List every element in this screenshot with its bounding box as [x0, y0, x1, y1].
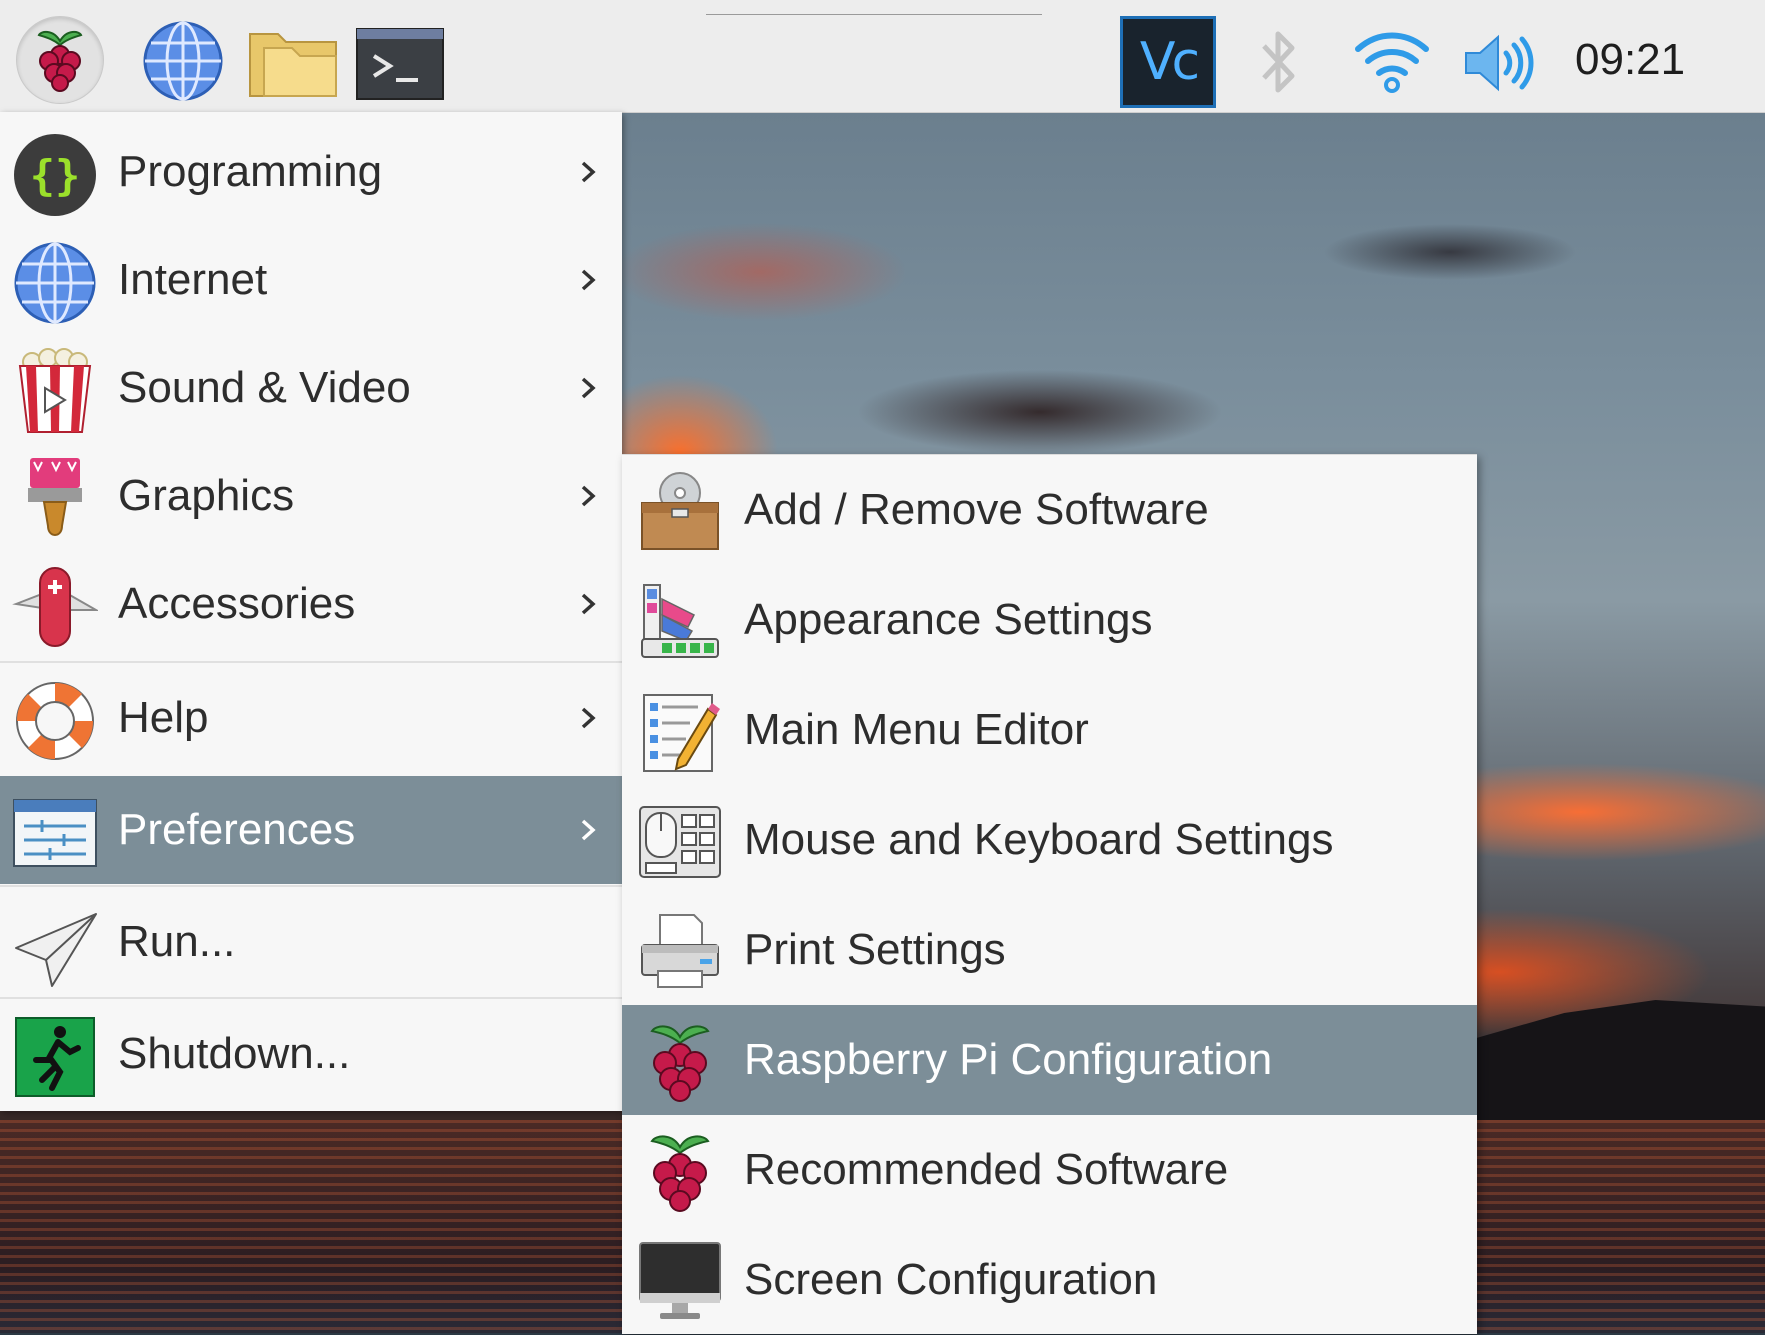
- menu-item-label: Programming: [118, 147, 383, 196]
- applications-menu-button[interactable]: [16, 16, 104, 104]
- terminal-launcher[interactable]: [356, 28, 444, 100]
- chevron-right-icon: [581, 485, 596, 507]
- chevron-right-icon: [581, 819, 596, 841]
- chevron-right-icon: [581, 707, 596, 729]
- submenu-item-label: Recommended Software: [744, 1145, 1229, 1194]
- paintbrush-icon: [28, 458, 82, 536]
- top-panel: Vc 09:21: [0, 0, 1765, 113]
- menu-item-label: Preferences: [118, 805, 356, 854]
- menu-item-run[interactable]: Run...: [0, 888, 622, 996]
- submenu-item-screen-configuration[interactable]: Screen Configuration: [622, 1225, 1477, 1335]
- bluetooth-tray[interactable]: [1250, 24, 1306, 100]
- web-browser-launcher[interactable]: [140, 18, 226, 104]
- menu-item-label: Sound & Video: [118, 363, 411, 412]
- raspberry-icon: [650, 1025, 710, 1102]
- submenu-item-recommended-software[interactable]: Recommended Software: [622, 1115, 1477, 1225]
- menu-item-accessories[interactable]: Accessories: [0, 550, 622, 658]
- submenu-item-mouse-keyboard-settings[interactable]: Mouse and Keyboard Settings: [622, 785, 1477, 895]
- globe-icon: [143, 21, 223, 101]
- settings-sliders-icon: [13, 799, 97, 867]
- volume-tray[interactable]: [1460, 28, 1538, 98]
- terminal-icon: [356, 28, 444, 100]
- bluetooth-icon: [1262, 31, 1295, 93]
- menu-item-label: Shutdown...: [118, 1029, 351, 1078]
- chevron-right-icon: [581, 593, 596, 615]
- svg-text:{}: {}: [30, 151, 81, 200]
- lifebuoy-icon: [16, 682, 94, 760]
- wifi-icon: [1355, 32, 1429, 93]
- chevron-right-icon: [581, 377, 596, 399]
- menu-item-label: Internet: [118, 255, 268, 304]
- submenu-item-main-menu-editor[interactable]: Main Menu Editor: [622, 675, 1477, 785]
- folder-icon: [249, 33, 337, 97]
- mouse-keyboard-icon: [639, 806, 721, 878]
- file-manager-launcher[interactable]: [248, 24, 338, 100]
- software-box-icon: [641, 472, 719, 550]
- menu-item-internet[interactable]: Internet: [0, 226, 622, 334]
- braces-icon: {}: [14, 134, 96, 216]
- submenu-item-appearance-settings[interactable]: Appearance Settings: [622, 565, 1477, 675]
- monitor-icon: [639, 1242, 721, 1319]
- menu-item-sound-video[interactable]: Sound & Video: [0, 334, 622, 442]
- menu-item-shutdown[interactable]: Shutdown...: [0, 1000, 622, 1108]
- exit-running-man-icon: [15, 1017, 95, 1097]
- submenu-item-label: Print Settings: [744, 925, 1006, 974]
- raspberry-icon: [37, 30, 83, 92]
- menu-item-label: Help: [118, 693, 209, 742]
- submenu-item-raspberry-pi-configuration[interactable]: Raspberry Pi Configuration: [622, 1005, 1477, 1115]
- menu-editor-icon: [643, 694, 720, 772]
- submenu-item-add-remove-software[interactable]: Add / Remove Software: [622, 455, 1477, 565]
- menu-separator: [0, 661, 622, 663]
- submenu-item-label: Appearance Settings: [744, 595, 1153, 644]
- chevron-right-icon: [581, 161, 596, 183]
- wifi-tray[interactable]: [1350, 24, 1434, 100]
- menu-item-programming[interactable]: {} Programming: [0, 118, 622, 226]
- submenu-item-print-settings[interactable]: Print Settings: [622, 895, 1477, 1005]
- color-palette-icon: [641, 584, 719, 658]
- submenu-item-label: Screen Configuration: [744, 1255, 1158, 1304]
- submenu-item-label: Mouse and Keyboard Settings: [744, 815, 1334, 864]
- pocketknife-icon: [12, 567, 98, 647]
- menu-item-preferences[interactable]: Preferences: [0, 776, 622, 884]
- globe-icon: [14, 242, 96, 324]
- menu-separator: [0, 885, 622, 887]
- submenu-item-label: Add / Remove Software: [744, 485, 1209, 534]
- menu-separator: [0, 997, 622, 999]
- chevron-right-icon: [581, 269, 596, 291]
- printer-icon: [641, 914, 719, 988]
- clock[interactable]: 09:21: [1575, 35, 1725, 85]
- menu-item-graphics[interactable]: Graphics: [0, 442, 622, 550]
- menu-item-label: Run...: [118, 917, 236, 966]
- taskbar-area: [706, 14, 1042, 19]
- popcorn-icon: [18, 348, 92, 433]
- submenu-item-label: Main Menu Editor: [744, 705, 1089, 754]
- submenu-item-label: Raspberry Pi Configuration: [744, 1035, 1273, 1084]
- speaker-volume-icon: [1465, 34, 1534, 92]
- menu-item-label: Graphics: [118, 471, 295, 520]
- raspberry-icon: [650, 1135, 710, 1212]
- paper-plane-icon: [15, 913, 97, 987]
- applications-menu: {} Programming Internet Sound & Video Gr…: [0, 112, 622, 1111]
- vnc-server-tray[interactable]: Vc: [1120, 16, 1216, 108]
- menu-item-label: Accessories: [118, 579, 356, 628]
- vnc-icon: Vc: [1139, 32, 1200, 92]
- menu-item-help[interactable]: Help: [0, 664, 622, 772]
- preferences-submenu: Add / Remove Software Appearance Setting…: [622, 454, 1477, 1334]
